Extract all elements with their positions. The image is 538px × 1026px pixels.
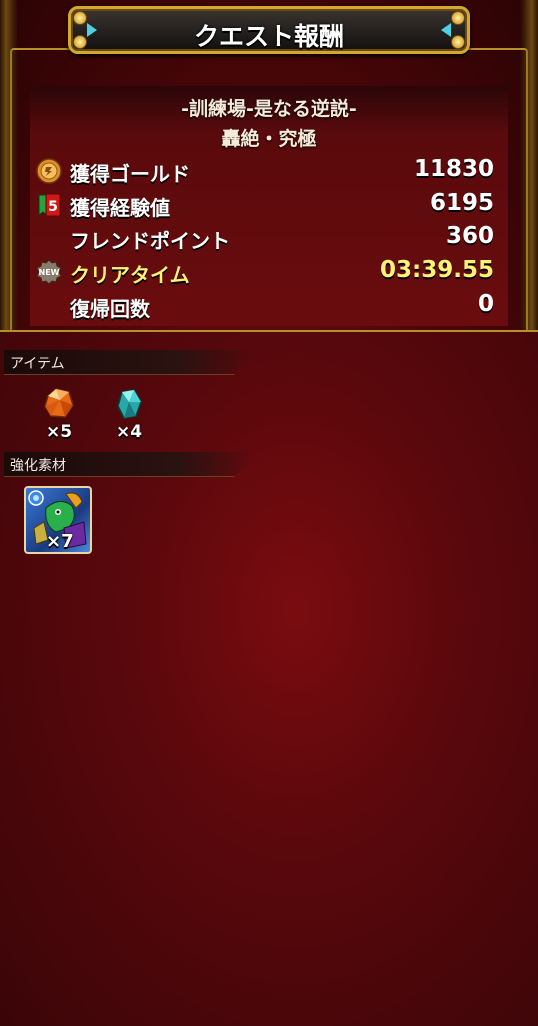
stat-row-friend-points: フレンドポイント 360: [36, 223, 496, 253]
title-bar: クエスト報酬: [68, 6, 470, 54]
stat-value: 6195: [429, 190, 494, 216]
stat-label: フレンドポイント: [70, 229, 230, 253]
rewards-panel: アイテム ×5 ×4 強化素材 ×7: [0, 330, 538, 1026]
item-count: ×4: [115, 422, 143, 442]
stat-label: 復帰回数: [70, 297, 150, 321]
stat-label: 獲得経験値: [70, 196, 170, 220]
items-section-header: アイテム: [4, 350, 254, 375]
stat-row-clear-time: NEW クリアタイム 03:39.55: [36, 257, 496, 287]
section-title: 強化素材: [10, 458, 66, 474]
section-title: アイテム: [10, 356, 65, 372]
stat-label: クリアタイム: [70, 263, 190, 287]
orange-crystal-icon: [44, 388, 74, 418]
item-orange-crystal[interactable]: ×5: [36, 386, 82, 444]
stat-value: 0: [477, 291, 494, 317]
stat-value: 11830: [413, 156, 494, 182]
svg-text:5: 5: [48, 199, 58, 215]
stat-label: 獲得ゴールド: [70, 162, 190, 186]
quest-difficulty: 轟絶・究極: [221, 128, 317, 150]
stat-value: 360: [445, 223, 494, 249]
materials-section-header: 強化素材: [4, 452, 254, 477]
stat-row-gold: 獲得ゴールド 11830: [36, 156, 496, 186]
stat-row-continues: 復帰回数 0: [36, 291, 496, 321]
quest-name: -訓練場-是なる逆説-: [181, 98, 357, 120]
material-monster-card[interactable]: ×7: [24, 486, 92, 554]
new-badge-icon: NEW: [36, 259, 62, 285]
page-title: クエスト報酬: [193, 22, 344, 51]
gold-coin-icon: [36, 158, 62, 184]
item-blue-crystal[interactable]: ×4: [106, 386, 152, 444]
blue-crystal-icon: [117, 389, 142, 419]
item-count: ×5: [45, 422, 73, 442]
stat-value: 03:39.55: [380, 257, 494, 283]
item-count: ×7: [46, 531, 74, 552]
stat-row-exp: 5 獲得経験値 6195: [36, 190, 496, 220]
exp-badge-icon: 5: [38, 193, 61, 217]
svg-text:NEW: NEW: [39, 268, 60, 277]
